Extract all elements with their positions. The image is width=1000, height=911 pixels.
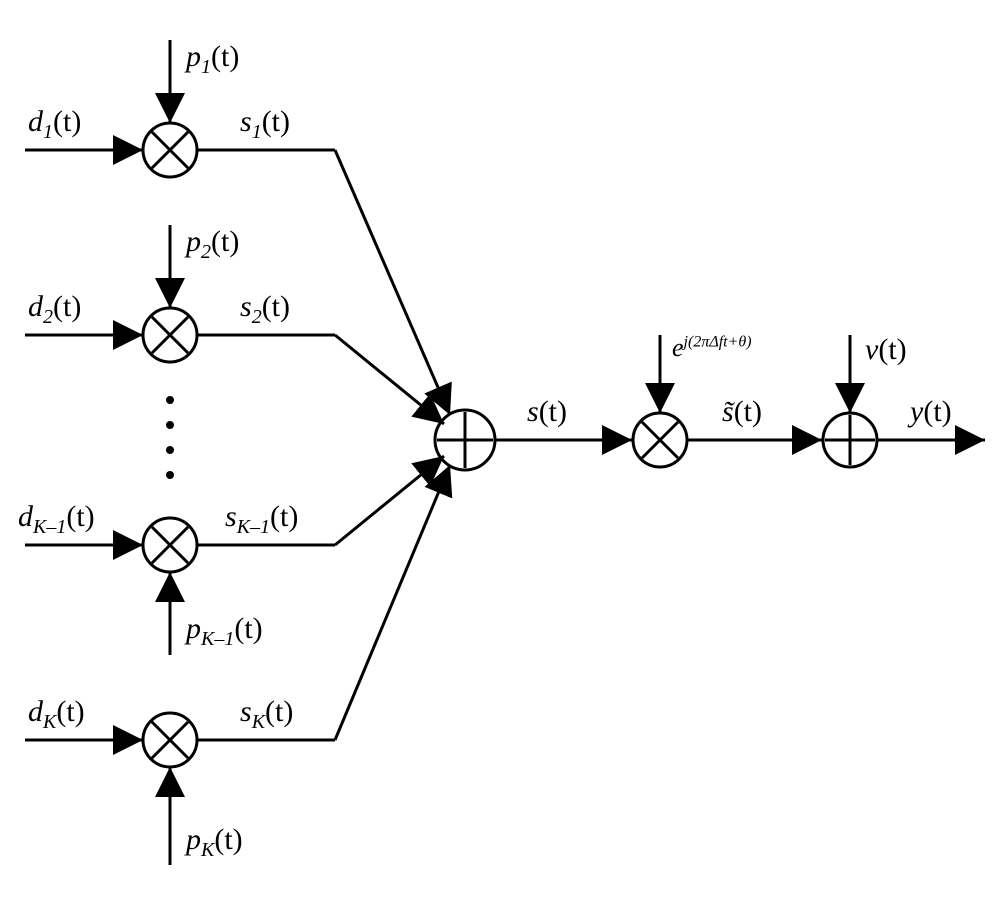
diagram-svg: [0, 0, 1000, 911]
label-v: v(t): [865, 333, 907, 367]
summer-icon: [435, 410, 495, 470]
label-d2: d2(t): [28, 290, 81, 329]
adder-noise-icon: [823, 413, 877, 467]
label-p2: p2(t): [186, 225, 239, 264]
label-p1: p1(t): [186, 40, 239, 79]
label-y: y(t): [910, 395, 952, 429]
multiplier-km1-icon: [143, 518, 197, 572]
ellipsis-dot: [166, 396, 174, 404]
label-s2: s2(t): [240, 290, 290, 329]
multiplier-2-icon: [143, 308, 197, 362]
multiplier-k-icon: [143, 713, 197, 767]
label-exp: ej(2πΔft+θ): [672, 333, 752, 363]
label-sKm1: sK–1(t): [225, 500, 298, 539]
multiplier-1-icon: [143, 123, 197, 177]
multiplier-freq-icon: [633, 413, 687, 467]
label-stilde: s̃(t): [722, 395, 762, 429]
ellipsis-dot: [166, 421, 174, 429]
label-dKm1: dK–1(t): [18, 500, 95, 539]
ellipsis-dot: [166, 446, 174, 454]
label-s1: s1(t): [240, 105, 290, 144]
label-sK: sK(t): [240, 695, 293, 734]
label-d1: d1(t): [28, 105, 81, 144]
label-pKm1: pK–1(t): [186, 612, 263, 651]
label-pK: pK(t): [186, 823, 243, 862]
ellipsis-dot: [166, 471, 174, 479]
label-dK: dK(t): [28, 695, 85, 734]
label-s: s(t): [527, 395, 567, 429]
signal-block-diagram: p1(t) d1(t) s1(t) p2(t) d2(t) s2(t) dK–1…: [0, 0, 1000, 911]
